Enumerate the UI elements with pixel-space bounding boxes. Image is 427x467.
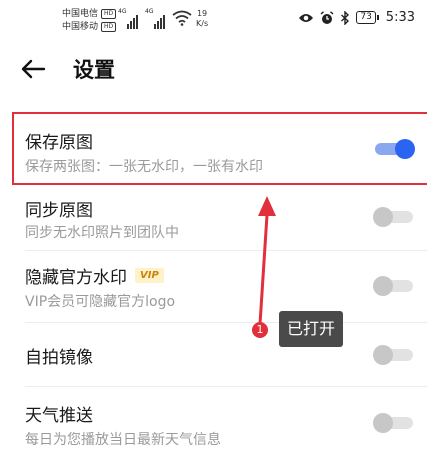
settings-list: 保存原图 保存两张图：一张无水印，一张有水印 同步原图 同步无水印照片到团队中 … <box>0 100 427 467</box>
setting-selfie-mirror[interactable]: 自拍镜像 <box>0 323 427 385</box>
setting-title: 保存原图 <box>25 133 93 153</box>
toggle-knob <box>373 276 393 296</box>
bluetooth-icon <box>341 10 350 25</box>
toggle-knob <box>395 139 415 159</box>
status-tooltip: 已打开 <box>279 311 344 347</box>
page-title: 设置 <box>73 58 115 82</box>
carrier-2-label: 中国移动 <box>62 22 99 32</box>
setting-subtitle: 每日为您播放当日最新天气信息 <box>25 432 221 448</box>
hd-badge: HD <box>101 22 117 32</box>
toggle-knob <box>373 207 393 227</box>
setting-save-original[interactable]: 保存原图 保存两张图：一张无水印，一张有水印 <box>0 114 427 188</box>
setting-subtitle: VIP会员可隐藏官方logo <box>25 294 176 310</box>
eye-icon <box>299 13 314 22</box>
carrier-2: 中国移动 HD <box>62 22 117 32</box>
clock-time: 5:33 <box>385 10 415 25</box>
network-type-2: 4G <box>145 8 154 15</box>
setting-weather-push[interactable]: 天气推送 每日为您播放当日最新天气信息 <box>0 387 427 457</box>
setting-subtitle: 保存两张图：一张无水印，一张有水印 <box>25 159 263 175</box>
setting-title: 隐藏官方水印 <box>25 268 127 288</box>
hd-badge: HD <box>101 9 117 19</box>
vip-badge: VIP <box>135 268 164 283</box>
setting-title: 同步原图 <box>25 201 93 221</box>
setting-title-wrap: 隐藏官方水印 VIP <box>25 263 164 288</box>
network-speed: 19 K/s <box>196 9 208 29</box>
weather-push-toggle[interactable] <box>373 413 415 433</box>
setting-title: 天气推送 <box>25 406 93 426</box>
setting-subtitle: 同步无水印照片到团队中 <box>25 225 179 241</box>
sync-original-toggle[interactable] <box>373 207 415 227</box>
save-original-toggle[interactable] <box>373 139 415 159</box>
arrow-left-icon[interactable] <box>18 54 48 84</box>
hide-watermark-toggle[interactable] <box>373 276 415 296</box>
battery-icon: 73 <box>356 11 380 24</box>
alarm-icon <box>320 10 334 24</box>
network-type-1: 4G <box>118 8 127 15</box>
carrier-1-label: 中国电信 <box>62 9 99 19</box>
toggle-knob <box>373 413 393 433</box>
carrier-1: 中国电信 HD <box>62 9 117 19</box>
signal-2-icon: 4G <box>145 9 166 29</box>
speed-value: 19 <box>196 9 208 18</box>
setting-title: 自拍镜像 <box>25 348 93 368</box>
signal-1-icon: 4G <box>118 9 139 29</box>
wifi-icon <box>172 10 192 26</box>
setting-hide-watermark[interactable]: 隐藏官方水印 VIP VIP会员可隐藏官方logo <box>0 251 427 321</box>
setting-sync-original[interactable]: 同步原图 同步无水印照片到团队中 <box>0 188 427 248</box>
step-number-badge: 1 <box>252 322 268 338</box>
selfie-mirror-toggle[interactable] <box>373 345 415 365</box>
status-bar: 中国电信 HD 中国移动 HD 4G 4G 19 K/s 73 5:33 <box>0 0 427 40</box>
app-header: 设置 <box>0 40 427 100</box>
toggle-knob <box>373 345 393 365</box>
speed-unit: K/s <box>196 19 209 28</box>
status-icons: 73 5:33 <box>298 10 415 25</box>
